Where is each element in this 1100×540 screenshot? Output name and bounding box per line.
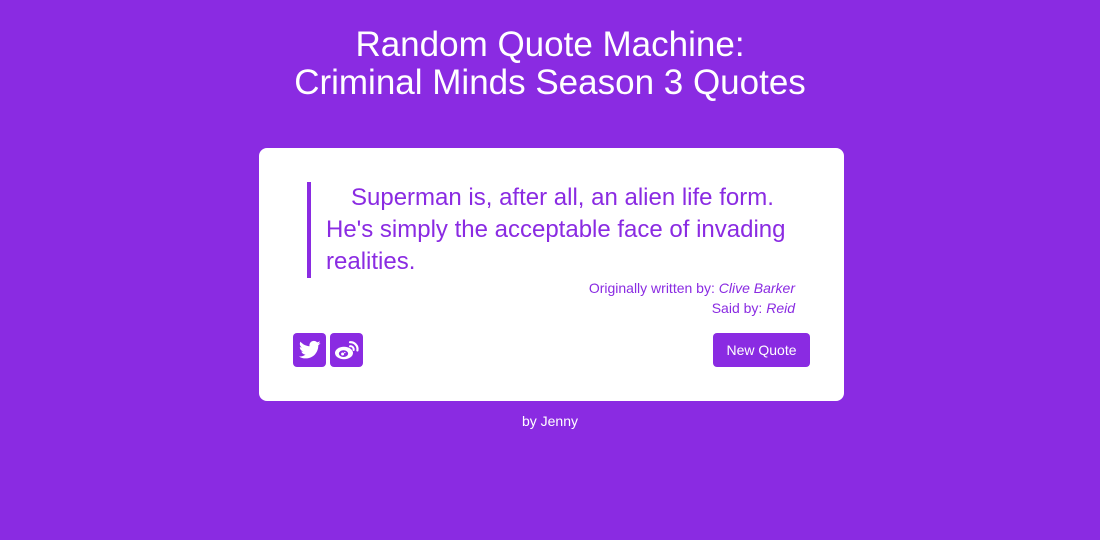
page-title: Random Quote Machine: Criminal Minds Sea… bbox=[0, 26, 1100, 102]
new-quote-button[interactable]: New Quote bbox=[713, 333, 810, 367]
quote-speaker-label: Said by: bbox=[711, 300, 763, 316]
quote-author: Clive Barker bbox=[718, 280, 795, 296]
twitter-icon bbox=[298, 340, 321, 359]
page: Random Quote Machine: Criminal Minds Sea… bbox=[0, 0, 1100, 540]
page-title-line-1: Random Quote Machine: bbox=[355, 25, 745, 64]
tweet-quote-button[interactable] bbox=[293, 333, 326, 367]
weibo-share-button[interactable] bbox=[330, 333, 363, 367]
quote-speaker-line: Said by: Reid bbox=[395, 298, 795, 318]
quote-author-label: Originally written by: bbox=[588, 280, 715, 296]
quote-card: Superman is, after all, an alien life fo… bbox=[259, 148, 844, 401]
quote-text: Superman is, after all, an alien life fo… bbox=[307, 182, 788, 278]
weibo-icon bbox=[334, 341, 359, 360]
page-title-line-2: Criminal Minds Season 3 Quotes bbox=[294, 63, 806, 102]
quote-speaker: Reid bbox=[766, 300, 795, 316]
quote-author-line: Originally written by: Clive Barker bbox=[395, 278, 795, 298]
footer-credit: by Jenny bbox=[521, 413, 579, 429]
